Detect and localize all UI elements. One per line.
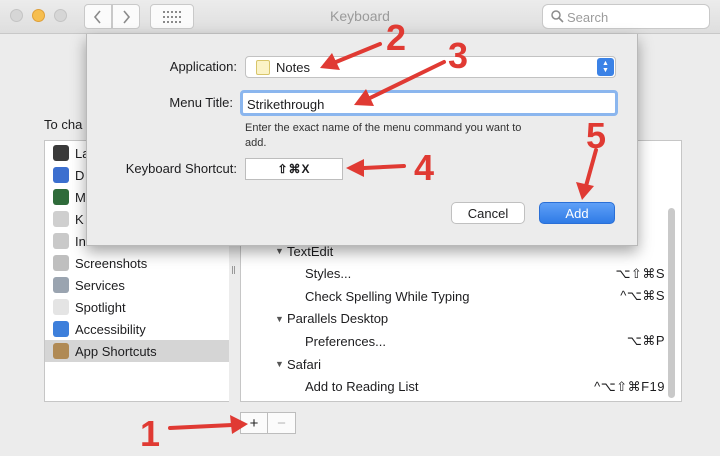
forward-button[interactable] [112,4,140,29]
shortcut-name: Safari [287,356,321,372]
add-shortcut-dialog: Application: Notes ▲▼ Menu Title: Enter … [86,34,638,246]
category-label: Accessibility [75,321,146,337]
screenshots-icon [53,255,69,271]
shortcut-keys: ^⌥⇧⌘F19 [594,378,665,394]
accessibility-icon [53,321,69,337]
shortcut-name: Preferences... [305,333,386,349]
disclosure-triangle-icon[interactable]: ▼ [275,359,284,369]
mission-control-icon [53,189,69,205]
category-label: In [75,233,86,249]
shortcut-keys: ⌥⌘P [626,333,665,349]
minimize-window-button[interactable] [32,9,45,22]
services-icon [53,277,69,293]
window-titlebar: Keyboard [0,0,720,34]
input-sources-icon [53,233,69,249]
category-label: M [75,189,86,205]
instruction-label: To cha [44,117,83,132]
search-field[interactable] [542,4,710,29]
keyboard-shortcut-label: Keyboard Shortcut: [125,161,237,176]
shortcut-keys: ⌥⇧⌘S [615,265,665,281]
scrollbar[interactable] [668,208,675,398]
category-item[interactable]: App Shortcuts [45,340,229,362]
display-icon [53,167,69,183]
category-item[interactable]: Accessibility [45,318,229,340]
grid-icon [163,10,181,23]
back-button[interactable] [84,4,112,29]
category-label: K [75,211,84,227]
application-label: Application: [169,59,237,74]
add-button[interactable]: Add [539,202,615,224]
popup-arrows-icon: ▲ ▼ [597,58,614,76]
cancel-button[interactable]: Cancel [451,202,525,224]
launchpad-icon [53,145,69,161]
show-all-button[interactable] [150,4,194,29]
chevron-right-icon [123,9,131,24]
shortcut-row[interactable]: Check Spelling While Typing ^⌥⌘S [241,285,665,307]
disclosure-triangle-icon[interactable]: ▼ [275,246,284,256]
search-icon [551,10,564,23]
window-title: Keyboard [330,8,390,24]
shortcut-name: Check Spelling While Typing [305,288,470,304]
shortcut-row[interactable]: Add to Reading List ^⌥⇧⌘F19 [241,376,665,398]
shortcut-keys: ^⌥⌘S [620,288,665,304]
zoom-window-button[interactable] [54,9,67,22]
disclosure-triangle-icon[interactable]: ▼ [275,314,284,324]
notes-app-icon [256,59,270,75]
app-shortcuts-icon [53,343,69,359]
category-label: Services [75,277,125,293]
category-item[interactable]: Services [45,274,229,296]
category-label: Screenshots [75,255,148,271]
shortcut-name: Add to Reading List [305,379,419,395]
category-label: D [75,167,85,183]
keyboard-shortcut-field[interactable]: ⇧⌘X [245,158,343,180]
category-label: App Shortcuts [75,343,157,359]
shortcut-row[interactable]: Preferences... ⌥⌘P [241,330,665,352]
category-item[interactable]: Screenshots [45,252,229,274]
shortcut-row[interactable]: Styles... ⌥⇧⌘S [241,263,665,285]
chevron-left-icon [93,9,101,24]
category-item[interactable]: Spotlight [45,296,229,318]
menu-title-hint: Enter the exact name of the menu command… [245,122,522,149]
add-shortcut-button[interactable]: + [240,412,268,434]
spotlight-icon [53,299,69,315]
keyboard-icon [53,211,69,227]
shortcut-name: Parallels Desktop [287,311,389,327]
menu-title-input[interactable] [247,95,607,113]
menu-title-label: Menu Title: [169,95,233,110]
category-label: Spotlight [75,299,126,315]
close-window-button[interactable] [10,9,23,22]
menu-title-field[interactable] [240,90,618,116]
shortcut-group-row[interactable]: ▼ Safari [241,353,665,375]
shortcut-group-row[interactable]: ▼ Parallels Desktop [241,308,665,330]
application-popup[interactable]: Notes ▲ ▼ [245,56,616,78]
shortcut-name: Styles... [305,266,352,282]
remove-shortcut-button[interactable]: − [268,412,296,434]
application-value: Notes [276,59,310,75]
search-input[interactable] [567,8,705,26]
